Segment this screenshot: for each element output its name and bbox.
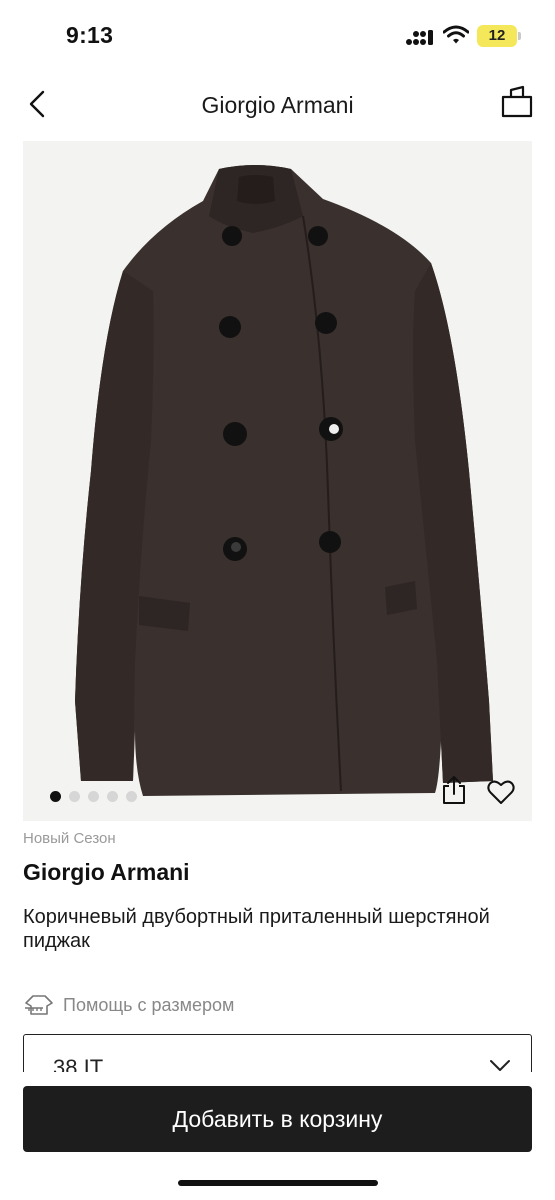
- size-chart-icon: [25, 995, 53, 1015]
- share-icon[interactable]: [441, 775, 467, 805]
- nav-bar: Giorgio Armani: [0, 75, 555, 135]
- product-title: Коричневый двубортный приталенный шерстя…: [23, 906, 490, 952]
- season-label: Новый Сезон: [23, 830, 116, 847]
- pager-dot[interactable]: [69, 791, 80, 802]
- image-pager[interactable]: [50, 789, 145, 802]
- product-photo: [75, 165, 493, 796]
- pager-dot[interactable]: [126, 791, 137, 802]
- home-indicator: [178, 1180, 378, 1186]
- status-bar: 9:13 12: [0, 0, 555, 64]
- battery-tip: [518, 32, 521, 40]
- size-help-label: Помощь с размером: [63, 995, 235, 1015]
- product-image-carousel[interactable]: [23, 141, 532, 821]
- chevron-down-icon: [490, 1060, 510, 1071]
- pager-dot[interactable]: [50, 791, 61, 802]
- battery-icon: 12: [477, 25, 517, 47]
- add-to-cart-button[interactable]: Добавить в корзину: [23, 1086, 532, 1152]
- pager-dot[interactable]: [88, 791, 99, 802]
- cellular-signal-icon: [406, 30, 433, 45]
- shopping-bag-icon[interactable]: [500, 85, 534, 119]
- pager-dot[interactable]: [107, 791, 118, 802]
- status-time: 9:13: [66, 22, 114, 48]
- page-title: Giorgio Armani: [201, 92, 354, 118]
- brand-name[interactable]: Giorgio Armani: [23, 859, 190, 886]
- wifi-icon: [443, 25, 469, 44]
- battery-level: 12: [488, 27, 506, 44]
- chevron-left-icon[interactable]: [24, 89, 52, 119]
- heart-icon[interactable]: [487, 779, 515, 805]
